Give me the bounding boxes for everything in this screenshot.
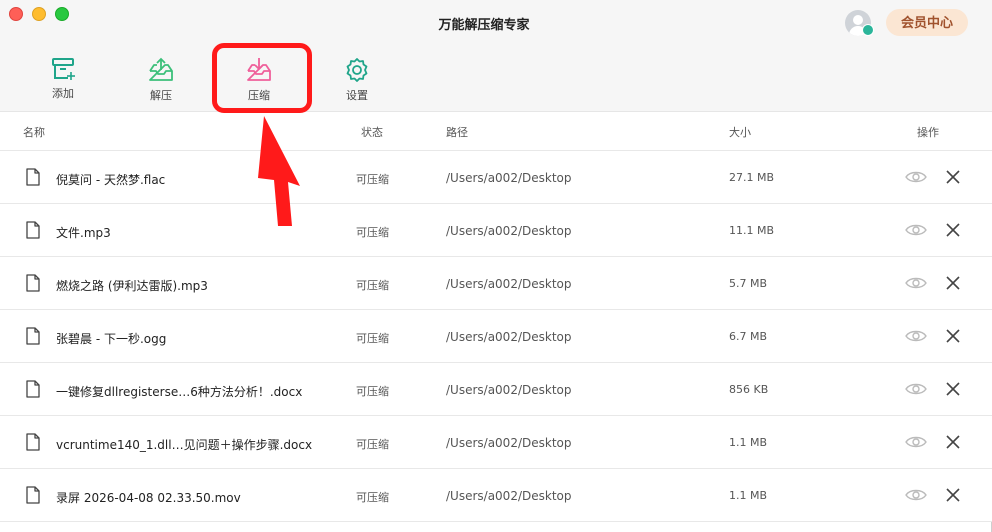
app-window: 万能解压缩专家 会员中心 添加 解压 压缩 设置 名称 状态 路径 大小 操作 … bbox=[0, 0, 992, 532]
annotation-arrow bbox=[258, 116, 300, 226]
